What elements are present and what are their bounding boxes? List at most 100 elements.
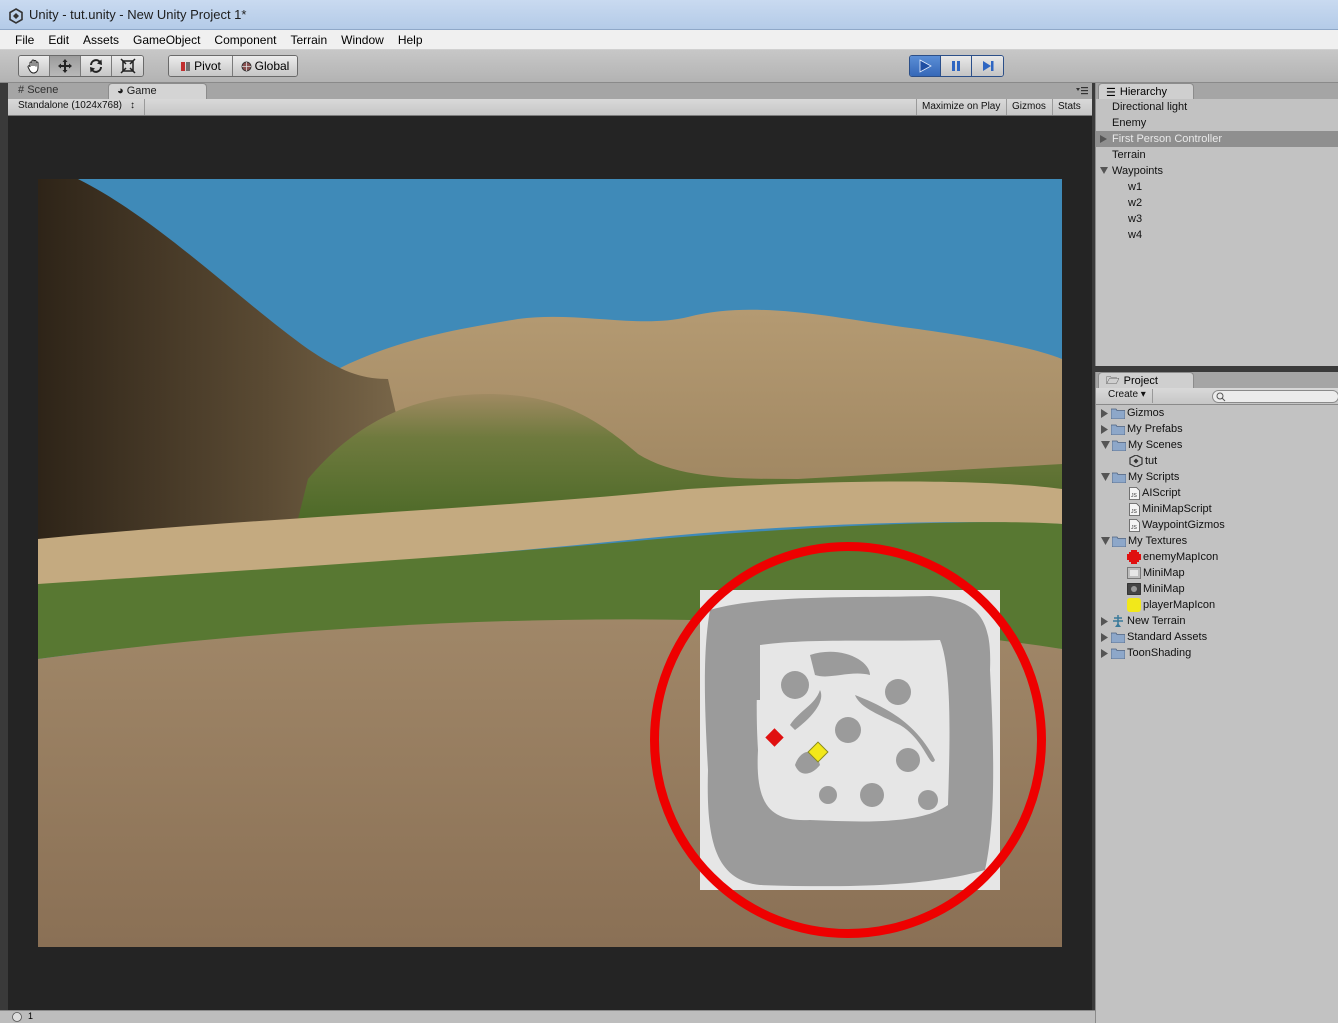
project-item-minimapscript[interactable]: JS MiniMapScript [1096,501,1338,517]
script-file-icon: JS [1129,518,1140,532]
project-item-label: MiniMap [1143,583,1185,595]
expand-arrow-icon[interactable] [1101,648,1109,658]
project-folder-my-textures[interactable]: My Textures [1096,533,1338,549]
move-tool-button[interactable] [50,56,81,76]
expand-arrow-icon[interactable] [1101,632,1109,642]
project-folder-standard-assets[interactable]: Standard Assets [1096,629,1338,645]
hierarchy-item-w2[interactable]: w2 [1096,195,1338,211]
menu-gameobject[interactable]: GameObject [126,30,207,50]
pause-icon [952,61,960,71]
tab-scene[interactable]: # Scene [10,83,67,99]
collapse-arrow-icon[interactable] [1100,167,1108,174]
hierarchy-item-waypoints[interactable]: Waypoints [1096,163,1338,179]
hierarchy-tab-label: Hierarchy [1119,86,1167,98]
status-text: 1 [28,1011,34,1021]
project-item-aiscript[interactable]: JS AIScript [1096,485,1338,501]
menu-bar: File Edit Assets GameObject Component Te… [0,30,1338,50]
menu-window[interactable]: Window [334,30,391,50]
tab-scene-label: Scene [27,84,59,96]
expand-arrow-icon[interactable] [1101,616,1109,626]
create-dropdown[interactable]: Create ▾ [1102,389,1153,403]
pivot-global-toggle: Pivot Global [168,55,298,77]
move-arrows-icon [58,59,72,73]
collapse-arrow-icon[interactable] [1101,473,1110,481]
resolution-dropdown[interactable]: Standalone (1024x768) ↕ [8,99,145,115]
project-item-label: WaypointGizmos [1142,519,1225,531]
hierarchy-item-enemy[interactable]: Enemy [1096,115,1338,131]
transform-tools [18,55,144,77]
hierarchy-item-w4[interactable]: w4 [1096,227,1338,243]
project-search-input[interactable] [1212,390,1338,403]
gizmos-button[interactable]: Gizmos [1006,99,1051,115]
play-icon [919,59,932,73]
status-bar: 1 [0,1010,1095,1023]
play-button[interactable] [910,56,941,76]
script-file-icon: JS [1129,486,1140,500]
folder-icon [1112,472,1126,483]
panel-menu-icon[interactable] [1076,86,1088,96]
collapse-arrow-icon[interactable] [1101,537,1110,545]
collapse-arrow-icon[interactable] [1101,441,1110,449]
hierarchy-item-directional-light[interactable]: Directional light [1096,99,1338,115]
stats-button[interactable]: Stats [1052,99,1086,115]
hierarchy-item-first-person-controller[interactable]: First Person Controller [1096,131,1338,147]
project-item-minimap-rendertexture[interactable]: MiniMap [1096,581,1338,597]
hierarchy-item-w3[interactable]: w3 [1096,211,1338,227]
project-item-label: enemyMapIcon [1143,551,1219,563]
project-item-tut-scene[interactable]: tut [1096,453,1338,469]
project-item-label: My Prefabs [1127,423,1183,435]
rotate-tool-button[interactable] [81,56,112,76]
project-folder-toonshading[interactable]: ToonShading [1096,645,1338,661]
hierarchy-item-w1[interactable]: w1 [1096,179,1338,195]
project-item-label: Gizmos [1127,407,1165,419]
project-item-minimap-texture[interactable]: MiniMap [1096,565,1338,581]
expand-arrow-icon[interactable] [1100,135,1107,143]
game-viewport[interactable] [38,179,1062,947]
project-item-enemymapicon[interactable]: enemyMapIcon [1096,549,1338,565]
project-item-label: Standard Assets [1127,631,1208,643]
hand-tool-button[interactable] [19,56,50,76]
tab-project[interactable]: 🗁 Project [1098,372,1194,388]
maximize-on-play-button[interactable]: Maximize on Play [916,99,1005,115]
folder-icon [1111,648,1125,659]
scale-icon [119,58,136,74]
step-button[interactable] [972,56,1003,76]
menu-help[interactable]: Help [391,30,430,50]
pivot-button[interactable]: Pivot [169,56,233,76]
project-item-label: My Textures [1128,535,1188,547]
project-item-label: My Scenes [1128,439,1183,451]
main-toolbar: Pivot Global [0,50,1338,83]
project-item-label: AIScript [1142,487,1181,499]
project-folder-my-scripts[interactable]: My Scripts [1096,469,1338,485]
project-item-label: My Scripts [1128,471,1180,483]
project-item-waypointgizmos[interactable]: JS WaypointGizmos [1096,517,1338,533]
tab-game[interactable]: ◕ Game [108,83,207,99]
expand-arrow-icon[interactable] [1101,408,1109,418]
project-folder-gizmos[interactable]: Gizmos [1096,405,1338,421]
expand-arrow-icon[interactable] [1101,424,1109,434]
unity-logo-icon [9,8,23,24]
scale-tool-button[interactable] [112,56,143,76]
project-item-playermapicon[interactable]: playerMapIcon [1096,597,1338,613]
highlight-circle-annotation [650,542,1046,938]
project-folder-my-prefabs[interactable]: My Prefabs [1096,421,1338,437]
project-item-label: New Terrain [1127,615,1186,627]
script-file-icon: JS [1129,502,1140,516]
project-folder-my-scenes[interactable]: My Scenes [1096,437,1338,453]
menu-edit[interactable]: Edit [41,30,76,50]
tab-hierarchy[interactable]: ☰ Hierarchy [1098,83,1194,99]
project-item-label: playerMapIcon [1143,599,1216,611]
hierarchy-item-terrain[interactable]: Terrain [1096,147,1338,163]
render-texture-icon [1127,583,1141,595]
pause-button[interactable] [941,56,972,76]
game-view-panel: # Scene ◕ Game Standalone (1024x768) ↕ M… [8,83,1092,1010]
menu-file[interactable]: File [8,30,41,50]
info-icon [12,1012,22,1022]
menu-terrain[interactable]: Terrain [283,30,334,50]
global-button[interactable]: Global [233,56,297,76]
menu-component[interactable]: Component [207,30,283,50]
project-panel: 🗁 Project Create ▾ Gizmos My Prefabs My … [1095,372,1338,1023]
search-icon [1216,392,1226,402]
project-item-new-terrain[interactable]: New Terrain [1096,613,1338,629]
menu-assets[interactable]: Assets [76,30,126,50]
